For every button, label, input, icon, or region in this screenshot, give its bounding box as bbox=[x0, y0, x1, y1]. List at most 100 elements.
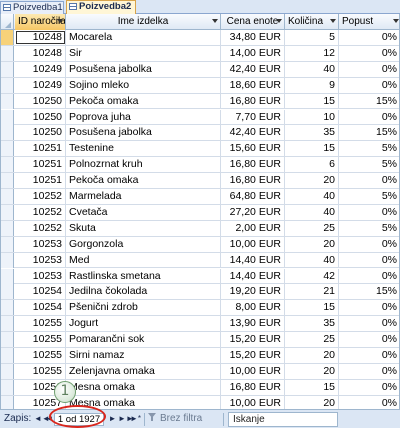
product-name-cell[interactable]: Med bbox=[66, 252, 221, 268]
next-record-button[interactable]: ► bbox=[107, 413, 118, 425]
unit-price-cell[interactable]: 15,20 EUR bbox=[221, 348, 285, 363]
column-header-price[interactable]: Cena enote bbox=[221, 14, 285, 30]
quantity-cell[interactable]: 15 bbox=[285, 93, 339, 109]
order-id-cell[interactable]: 10249 bbox=[15, 61, 66, 77]
order-id-cell[interactable]: 10253 bbox=[15, 236, 66, 252]
discount-cell[interactable]: 5% bbox=[339, 157, 399, 172]
product-name-cell[interactable]: Posušena jabolka bbox=[66, 125, 221, 141]
discount-cell[interactable]: 0% bbox=[339, 348, 399, 363]
quantity-cell[interactable]: 5 bbox=[285, 30, 339, 45]
order-id-cell[interactable]: 10248 bbox=[15, 45, 66, 61]
product-name-cell[interactable]: Poprova juha bbox=[66, 109, 221, 125]
order-id-cell[interactable]: 10248 bbox=[15, 30, 66, 45]
table-row[interactable]: 10252 Marmelada 64,80 EUR 40 5% bbox=[1, 189, 399, 205]
row-selector[interactable] bbox=[1, 332, 14, 348]
quantity-cell[interactable]: 15 bbox=[285, 300, 339, 316]
order-id-cell[interactable]: 10254 bbox=[15, 300, 66, 316]
order-id-cell[interactable]: 10251 bbox=[15, 141, 66, 157]
row-selector[interactable] bbox=[1, 284, 14, 300]
table-row[interactable]: 10255 Zelenjavna omaka 10,00 EUR 20 0% bbox=[1, 363, 399, 380]
unit-price-cell[interactable]: 15,60 EUR bbox=[221, 141, 285, 157]
unit-price-cell[interactable]: 10,00 EUR bbox=[221, 236, 285, 252]
order-id-cell[interactable]: 10253 bbox=[15, 268, 66, 284]
table-row[interactable]: 10251 Polnozrnat kruh 16,80 EUR 6 5% bbox=[1, 157, 399, 174]
row-selector[interactable] bbox=[1, 173, 14, 189]
row-selector[interactable] bbox=[1, 204, 14, 220]
quantity-cell[interactable]: 40 bbox=[285, 61, 339, 77]
quantity-cell[interactable]: 20 bbox=[285, 236, 339, 252]
unit-price-cell[interactable]: 16,80 EUR bbox=[221, 93, 285, 109]
discount-cell[interactable]: 15% bbox=[339, 284, 399, 299]
order-id-cell[interactable]: 10255 bbox=[15, 348, 66, 363]
product-name-cell[interactable]: Jedilna čokolada bbox=[66, 284, 221, 300]
product-name-cell[interactable]: Pšenični zdrob bbox=[66, 300, 221, 316]
product-name-cell[interactable]: Posušena jabolka bbox=[66, 61, 221, 77]
table-row[interactable]: 10253 Gorgonzola 10,00 EUR 20 0% bbox=[1, 236, 399, 253]
quantity-cell[interactable]: 42 bbox=[285, 268, 339, 284]
discount-cell[interactable]: 5% bbox=[339, 189, 399, 204]
unit-price-cell[interactable]: 13,90 EUR bbox=[221, 316, 285, 332]
row-selector[interactable] bbox=[1, 236, 14, 252]
row-selector[interactable] bbox=[1, 363, 14, 379]
order-id-cell[interactable]: 10249 bbox=[15, 77, 66, 93]
order-id-cell[interactable]: 10251 bbox=[15, 157, 66, 173]
discount-cell[interactable]: 0% bbox=[339, 173, 399, 188]
order-id-cell[interactable]: 10250 bbox=[15, 93, 66, 109]
unit-price-cell[interactable]: 2,00 EUR bbox=[221, 220, 285, 236]
discount-cell[interactable]: 0% bbox=[339, 332, 399, 347]
discount-cell[interactable]: 0% bbox=[339, 237, 399, 252]
table-row[interactable]: 10252 Skuta 2,00 EUR 25 5% bbox=[1, 220, 399, 237]
quantity-cell[interactable]: 40 bbox=[285, 204, 339, 220]
table-row[interactable]: 10251 Pekoča omaka 16,80 EUR 20 0% bbox=[1, 173, 399, 189]
column-header-id[interactable]: ID naročila bbox=[15, 14, 66, 30]
discount-cell[interactable]: 0% bbox=[339, 396, 399, 409]
unit-price-cell[interactable]: 64,80 EUR bbox=[221, 189, 285, 204]
product-name-cell[interactable]: Pomarančni sok bbox=[66, 332, 221, 348]
order-id-cell[interactable]: 10250 bbox=[15, 125, 66, 141]
row-selector[interactable] bbox=[1, 252, 14, 268]
discount-cell[interactable]: 0% bbox=[339, 46, 399, 61]
table-row[interactable]: 10251 Testenine 15,60 EUR 15 5% bbox=[1, 141, 399, 158]
quantity-cell[interactable]: 20 bbox=[285, 348, 339, 363]
search-input[interactable]: Iskanje bbox=[228, 412, 338, 427]
table-row[interactable]: 10250 Posušena jabolka 42,40 EUR 35 15% bbox=[1, 125, 399, 142]
unit-price-cell[interactable]: 19,20 EUR bbox=[221, 284, 285, 300]
order-id-cell[interactable]: 10253 bbox=[15, 252, 66, 268]
discount-cell[interactable]: 0% bbox=[339, 316, 399, 331]
unit-price-cell[interactable]: 18,60 EUR bbox=[221, 77, 285, 93]
dropdown-arrow-icon[interactable] bbox=[276, 19, 282, 23]
order-id-cell[interactable]: 10255 bbox=[15, 316, 66, 332]
row-selector[interactable] bbox=[1, 300, 14, 316]
quantity-cell[interactable]: 6 bbox=[285, 157, 339, 173]
column-header-qty[interactable]: Količina bbox=[285, 14, 339, 30]
unit-price-cell[interactable]: 10,00 EUR bbox=[221, 395, 285, 409]
discount-cell[interactable]: 5% bbox=[339, 141, 399, 156]
dropdown-arrow-icon[interactable] bbox=[393, 19, 399, 23]
table-row[interactable]: 10249 Sojino mleko 18,60 EUR 9 0% bbox=[1, 77, 399, 94]
unit-price-cell[interactable]: 16,80 EUR bbox=[221, 157, 285, 173]
last-record-button[interactable]: ►► bbox=[118, 413, 134, 425]
row-selector[interactable] bbox=[1, 109, 14, 125]
row-selector[interactable] bbox=[1, 189, 14, 204]
product-name-cell[interactable]: Testenine bbox=[66, 141, 221, 157]
discount-cell[interactable]: 0% bbox=[339, 110, 399, 125]
quantity-cell[interactable]: 15 bbox=[285, 141, 339, 157]
product-name-cell[interactable]: Zelenjavna omaka bbox=[66, 363, 221, 379]
row-selector[interactable] bbox=[1, 379, 14, 395]
unit-price-cell[interactable]: 8,00 EUR bbox=[221, 300, 285, 316]
table-row[interactable]: 10248 Sir 14,00 EUR 12 0% bbox=[1, 45, 399, 62]
table-row[interactable]: 10253 Med 14,40 EUR 40 0% bbox=[1, 252, 399, 269]
dropdown-arrow-icon[interactable] bbox=[330, 19, 336, 23]
product-name-cell[interactable]: Pekoča omaka bbox=[66, 173, 221, 189]
row-selector[interactable] bbox=[1, 268, 14, 284]
unit-price-cell[interactable]: 7,70 EUR bbox=[221, 109, 285, 125]
quantity-cell[interactable]: 9 bbox=[285, 77, 339, 93]
unit-price-cell[interactable]: 16,80 EUR bbox=[221, 173, 285, 189]
row-selector[interactable] bbox=[1, 348, 14, 363]
row-selector[interactable] bbox=[1, 45, 14, 61]
order-id-cell[interactable]: 10251 bbox=[15, 173, 66, 189]
table-row[interactable]: 10253 Rastlinska smetana 14,40 EUR 42 0% bbox=[1, 268, 399, 285]
quantity-cell[interactable]: 21 bbox=[285, 284, 339, 300]
quantity-cell[interactable]: 35 bbox=[285, 316, 339, 332]
row-selector[interactable] bbox=[1, 125, 14, 141]
